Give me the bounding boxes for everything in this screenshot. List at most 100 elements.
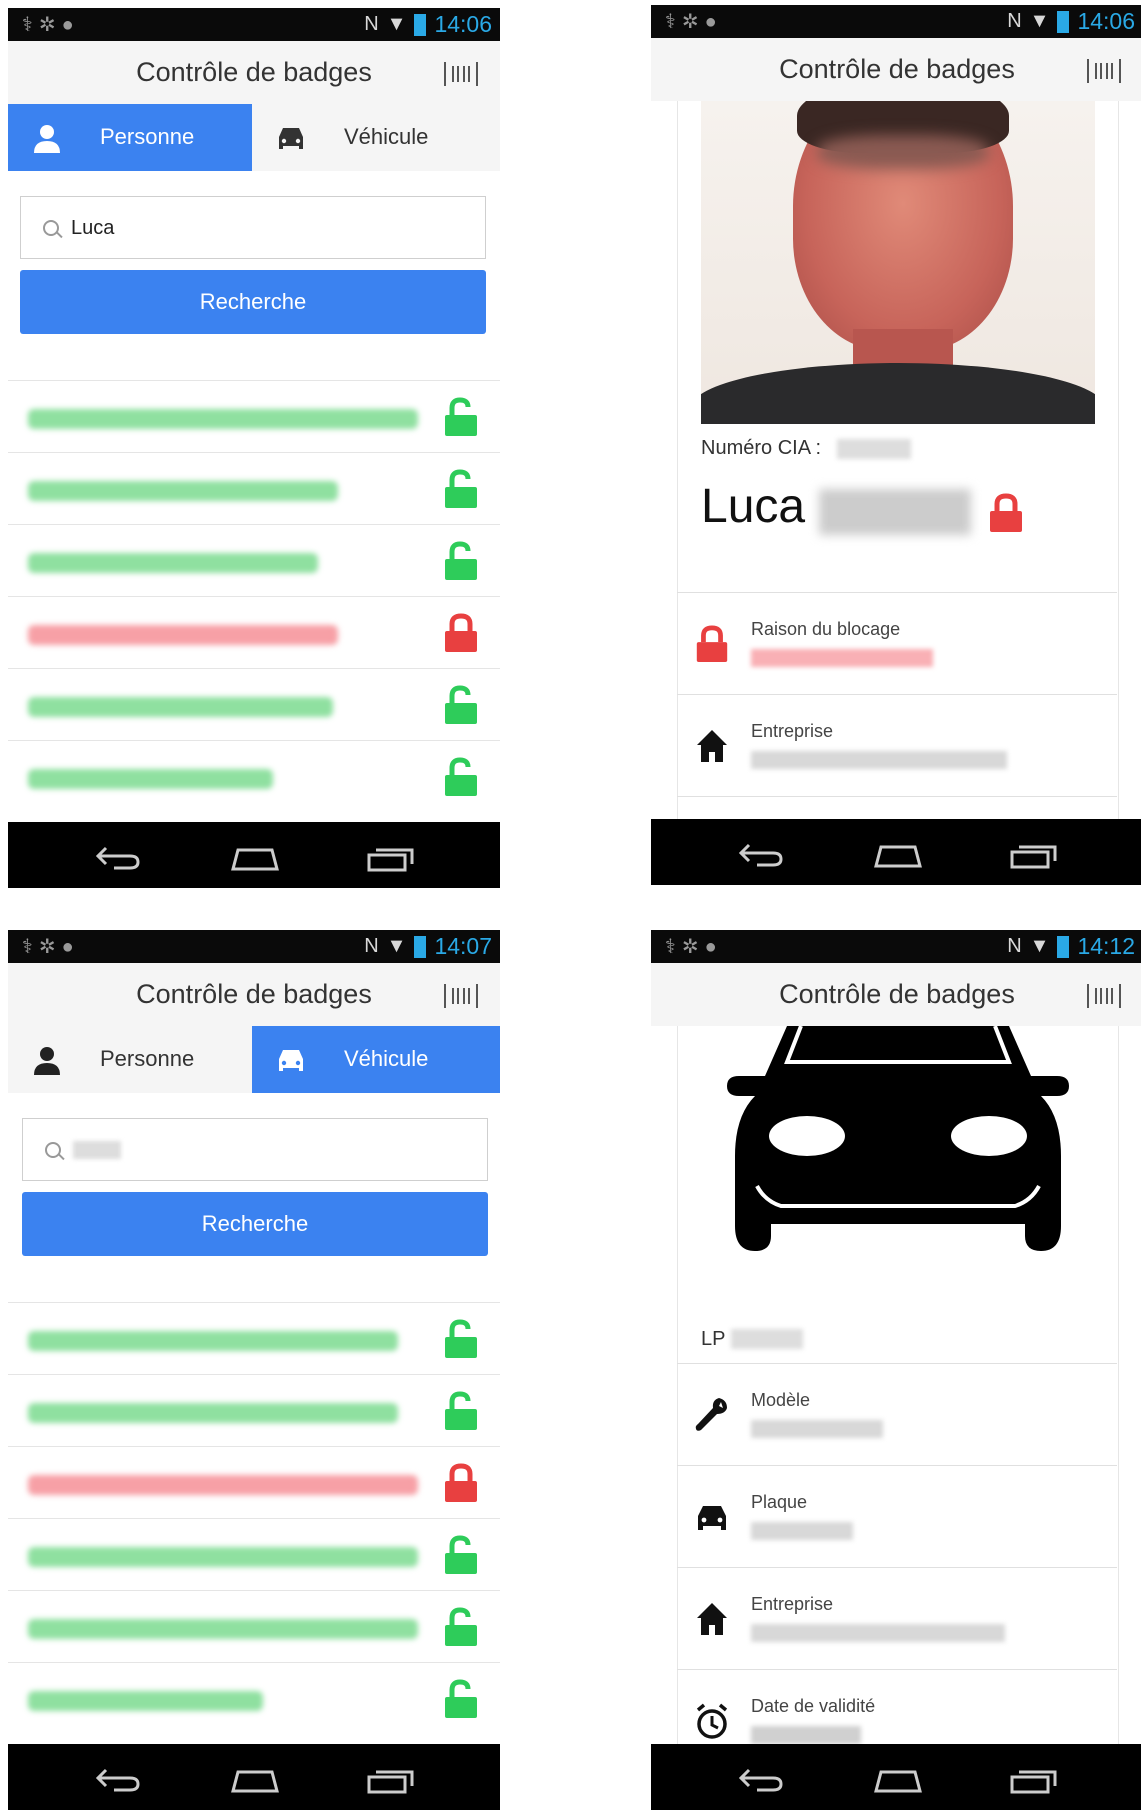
list-item[interactable] (8, 1374, 500, 1447)
lock-closed-icon (696, 625, 728, 663)
lock-open-icon (445, 1679, 477, 1718)
detail-panel[interactable]: LP Modèle Plaque Entreprise Date de vali… (651, 1026, 1141, 1744)
barcode-scan-icon[interactable] (444, 62, 478, 86)
validity-label: Date de validité (751, 1696, 876, 1716)
home-icon[interactable] (873, 1766, 923, 1794)
detail-panel[interactable]: Numéro CIA : Luca Raison du blocage Entr… (651, 101, 1141, 819)
car-picture-icon (727, 1026, 1069, 1251)
recents-icon[interactable] (366, 1766, 416, 1794)
block-reason-label: Raison du blocage (751, 619, 901, 639)
redacted-model (751, 1420, 883, 1438)
list-item[interactable] (8, 1446, 500, 1519)
redacted-name (28, 481, 338, 501)
home-icon[interactable] (873, 841, 923, 869)
list-item[interactable] (8, 1590, 500, 1663)
block-reason-row: Raison du blocage (677, 592, 1117, 695)
company-label: Entreprise (751, 721, 834, 741)
search-input[interactable]: Luca (20, 196, 486, 259)
redacted-vehicle (28, 1331, 398, 1351)
list-item[interactable] (8, 1662, 500, 1735)
recents-icon[interactable] (1009, 841, 1059, 869)
recents-icon[interactable] (366, 844, 416, 872)
car-icon (279, 1050, 303, 1071)
list-item[interactable] (8, 668, 500, 741)
tab-vehicle-label: Véhicule (344, 124, 429, 149)
barcode-scan-icon[interactable] (444, 984, 478, 1008)
barcode-scan-icon[interactable] (1087, 59, 1121, 83)
list-item[interactable] (8, 1518, 500, 1591)
nfc-icon: N (1007, 935, 1022, 957)
lock-open-icon (445, 757, 477, 796)
search-button[interactable]: Recherche (22, 1192, 488, 1256)
app-title: Contrôle de badges (779, 54, 1015, 84)
redacted-company (751, 1624, 1005, 1642)
clock-time: 14:06 (434, 11, 492, 37)
redacted-last-name (819, 489, 971, 535)
status-bar: ⚕✲● N ▼ 14:06 (651, 5, 1141, 38)
company-label: Entreprise (751, 1594, 834, 1614)
list-item[interactable] (8, 380, 500, 453)
wrench-icon (695, 1398, 727, 1431)
app-bar: Contrôle de badges (8, 963, 500, 1026)
search-input[interactable] (22, 1118, 488, 1181)
tab-person-label: Personne (100, 124, 195, 149)
home-icon[interactable] (230, 1766, 280, 1794)
clock-time: 14:07 (434, 933, 492, 959)
status-bar: ⚕✲● N ▼ 14:12 (651, 930, 1141, 963)
nfc-icon: N (364, 13, 379, 35)
tab-person[interactable]: Personne (8, 1026, 252, 1093)
model-label: Modèle (751, 1390, 811, 1410)
wifi-icon: ▼ (1029, 935, 1050, 957)
house-icon (697, 1603, 727, 1635)
back-icon[interactable] (737, 841, 785, 869)
redacted-vehicle (28, 1691, 263, 1711)
clock-time: 14:06 (1077, 8, 1135, 34)
search-button[interactable]: Recherche (20, 270, 486, 334)
lock-open-icon (445, 469, 477, 508)
tab-vehicle-label: Véhicule (344, 1046, 429, 1071)
barcode-scan-icon[interactable] (1087, 984, 1121, 1008)
app-bar: Contrôle de badges (651, 963, 1141, 1026)
tab-vehicle[interactable]: Véhicule (252, 104, 496, 171)
company-row: Entreprise (677, 694, 1117, 797)
list-item[interactable] (8, 1302, 500, 1375)
tab-vehicle[interactable]: Véhicule (252, 1026, 500, 1093)
screen-person-detail: ⚕✲● N ▼ 14:06 Contrôle de badges Numéro … (651, 5, 1141, 885)
back-icon[interactable] (94, 844, 142, 872)
screen-vehicle-search: ⚕✲● N ▼ 14:07 Contrôle de badges Personn… (8, 930, 500, 1810)
redacted-vehicle (28, 1619, 418, 1639)
redacted-vehicle (28, 1547, 418, 1567)
wifi-icon: ▼ (386, 935, 407, 957)
notification-icons: ⚕✲● (22, 936, 80, 958)
tab-person[interactable]: Personne (8, 104, 252, 171)
notification-icons: ⚕✲● (665, 936, 723, 958)
nav-bar (8, 1744, 500, 1810)
list-item[interactable] (8, 596, 500, 669)
person-first-name: Luca (701, 480, 806, 533)
redacted-name (28, 697, 333, 717)
redacted-cia-number (837, 439, 911, 459)
notification-icons: ⚕✲● (22, 14, 80, 36)
list-item[interactable] (8, 740, 500, 813)
tab-person-label: Personne (100, 1046, 195, 1071)
plate-label: Plaque (751, 1492, 808, 1512)
app-title: Contrôle de badges (779, 979, 1015, 1009)
nav-bar (651, 1744, 1141, 1810)
back-icon[interactable] (737, 1766, 785, 1794)
clock-time: 14:12 (1077, 933, 1135, 959)
app-bar: Contrôle de badges (651, 38, 1141, 101)
back-icon[interactable] (94, 1766, 142, 1794)
recents-icon[interactable] (1009, 1766, 1059, 1794)
nav-bar (651, 819, 1141, 885)
nfc-icon: N (1007, 10, 1022, 32)
lock-open-icon (445, 1607, 477, 1646)
home-icon[interactable] (230, 844, 280, 872)
car-icon (279, 128, 303, 149)
app-title: Contrôle de badges (136, 57, 372, 87)
cia-number-label: Numéro CIA : (701, 437, 822, 459)
car-icon (698, 1506, 726, 1530)
list-item[interactable] (8, 452, 500, 525)
list-item[interactable] (8, 524, 500, 597)
lock-open-icon (445, 1319, 477, 1358)
license-plate-label: LP (701, 1328, 726, 1350)
